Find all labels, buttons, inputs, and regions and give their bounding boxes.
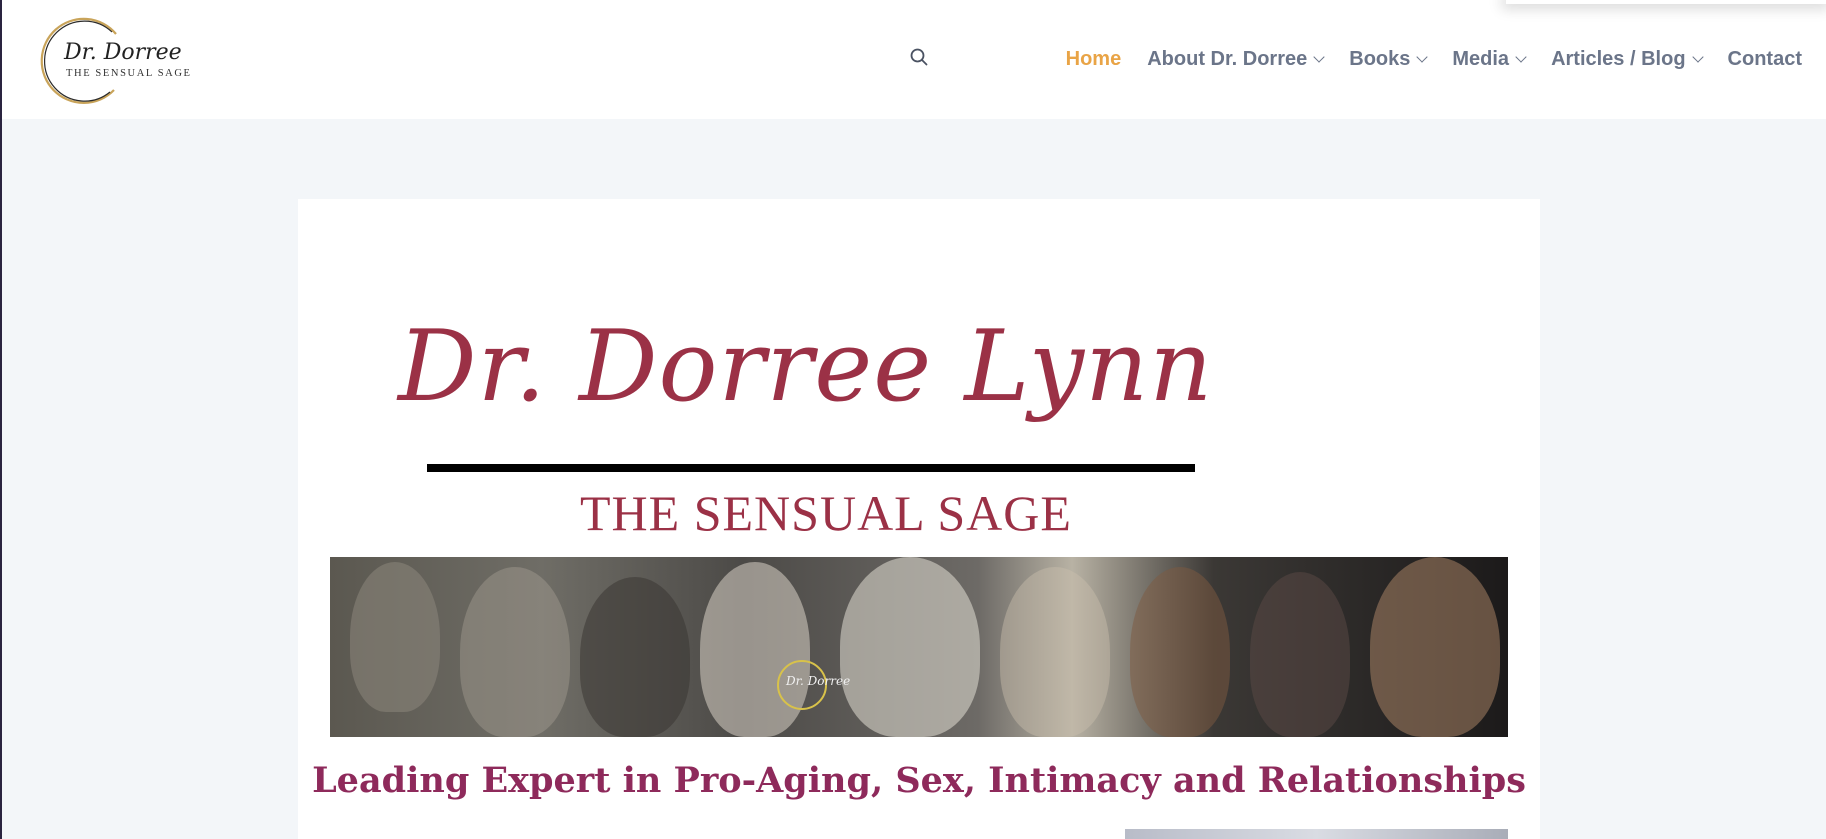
chevron-down-icon: [1416, 50, 1429, 63]
nav-item-label: Contact: [1727, 47, 1802, 70]
search-icon: [910, 48, 928, 66]
nav-item-label: Books: [1349, 47, 1411, 70]
tagline-heading: Leading Expert in Pro-Aging, Sex, Intima…: [312, 760, 1526, 801]
logo-tagline: THE SENSUAL SAGE: [66, 68, 192, 79]
site-logo[interactable]: Dr. Dorree THE SENSUAL SAGE: [36, 16, 190, 106]
photo-collage-banner: Dr. Dorree: [330, 557, 1508, 737]
collage-photo: [350, 562, 440, 712]
search-button[interactable]: [908, 46, 930, 68]
site-header: Dr. Dorree THE SENSUAL SAGE Home About D…: [0, 0, 1826, 119]
chevron-down-icon: [1313, 50, 1325, 63]
collage-photo: [460, 567, 570, 737]
collage-photo: [1130, 567, 1230, 737]
collage-photo: [1000, 567, 1110, 737]
collage-photo: [1250, 572, 1350, 737]
nav-item-about[interactable]: About Dr. Dorree: [1147, 47, 1325, 71]
collage-photo: [700, 562, 810, 737]
collage-photo: [1370, 557, 1500, 737]
hero-title: Dr. Dorree Lynn: [398, 310, 1214, 424]
collage-photo: [840, 557, 980, 737]
nav-item-label: Home: [1065, 47, 1122, 70]
nav-item-books[interactable]: Books: [1349, 47, 1429, 71]
nav-item-media[interactable]: Media: [1452, 47, 1527, 71]
nav-item-home[interactable]: Home: [1066, 48, 1122, 71]
nav-item-label: About Dr. Dorree: [1147, 47, 1308, 70]
logo-script-text: Dr. Dorree: [64, 40, 182, 65]
nav-item-contact[interactable]: Contact: [1728, 48, 1802, 71]
hero-divider: [427, 464, 1195, 472]
chevron-down-icon: [1515, 50, 1527, 63]
content-image: [1125, 829, 1508, 839]
collage-photo: [580, 577, 690, 737]
main-nav: Home About Dr. Dorree Books Media Articl…: [1066, 44, 1802, 74]
nav-item-label: Media: [1452, 47, 1510, 70]
hero-subtitle: THE SENSUAL SAGE: [580, 485, 1072, 541]
nav-item-articles-blog[interactable]: Articles / Blog: [1551, 47, 1704, 71]
banner-logo-text: Dr. Dorree: [786, 674, 851, 688]
chevron-down-icon: [1691, 50, 1704, 63]
header-shadow: [1506, 0, 1826, 4]
window-edge: [0, 0, 2, 839]
nav-item-label: Articles / Blog: [1551, 47, 1686, 70]
